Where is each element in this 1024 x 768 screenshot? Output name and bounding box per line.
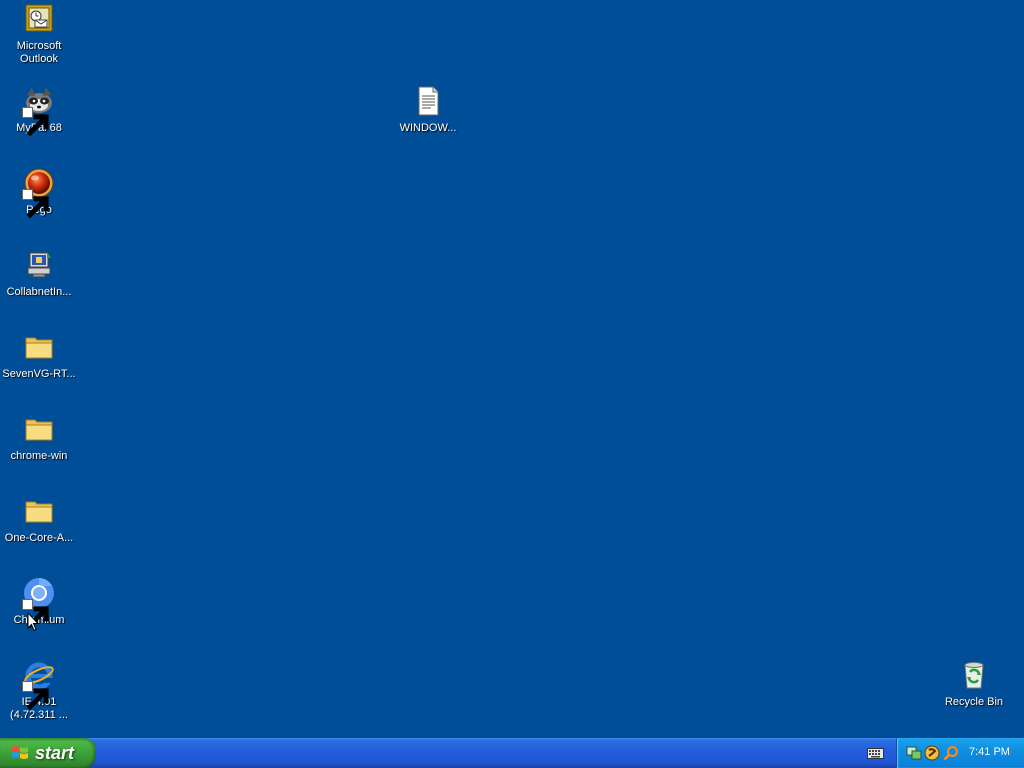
desktop-icon-label: Microsoft Outlook [16,40,62,65]
desktop-icon-label: Recycle Bin [944,696,1004,708]
system-tray: 7:41 PM [896,738,1024,768]
desktop-icon-microsoft-outlook[interactable]: Microsoft Outlook [0,3,78,66]
windows-logo-icon [12,746,28,759]
outlook-icon [23,3,55,35]
desktop-icon-label: WINDOW... [399,122,457,134]
volume-tray-icon[interactable] [924,745,940,761]
folder-icon [23,495,55,527]
folder-icon [23,413,55,445]
desktop-icon-window-text-file[interactable]: WINDOW... [389,85,467,135]
desktop-icon-chromium[interactable]: Chromium [0,577,78,629]
start-button[interactable]: start [0,738,96,768]
recycle-bin-icon [958,659,990,691]
mypal-icon [22,85,55,137]
desktop-icon-label: One-Core-A... [4,532,74,544]
pego-icon [22,167,55,219]
desktop-icon-ie-401[interactable]: IE 4.01 (4.72.311 ... [0,659,78,722]
keyboard-language-icon[interactable] [867,746,884,760]
collabnet-installer-icon [23,249,55,281]
desktop-icon-chrome-win-folder[interactable]: chrome-win [0,413,78,463]
text-document-icon [412,85,444,117]
start-button-label: start [35,742,75,763]
desktop-icon-one-core-folder[interactable]: One-Core-A... [0,495,78,545]
desktop-icon-pego[interactable]: Pego [0,167,78,219]
internet-explorer-icon [22,659,55,711]
folder-icon [23,331,55,363]
desktop-icon-collabnet-installer[interactable]: CollabnetIn... [0,249,78,299]
taskbar: start 7:41 PM [0,738,1024,768]
clock[interactable]: 7:41 PM [969,746,1010,758]
desktop-icon-mypal-68[interactable]: MyPal 68 [0,85,78,137]
shortcut-arrow-icon [22,189,49,219]
desktop-icon-label: chrome-win [10,450,68,462]
shortcut-arrow-icon [22,681,49,711]
desktop[interactable]: Microsoft Outlook MyPal 68 Pego Collabne… [0,0,1024,738]
shortcut-arrow-icon [22,107,49,137]
desktop-icon-label: CollabnetIn... [6,286,72,298]
shortcut-arrow-icon [22,599,49,629]
desktop-icon-label: SevenVG-RT... [2,368,76,380]
chromium-icon [22,577,55,629]
desktop-icon-sevenvg-rt-folder[interactable]: SevenVG-RT... [0,331,78,381]
network-tray-icon[interactable] [906,745,922,761]
search-tray-icon[interactable] [943,745,959,761]
desktop-icon-recycle-bin[interactable]: Recycle Bin [935,659,1013,709]
